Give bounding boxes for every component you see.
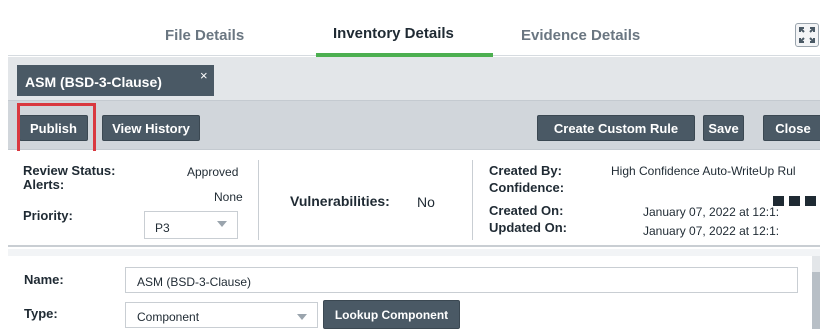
name-field[interactable]: ASM (BSD-3-Clause): [125, 267, 798, 293]
tab-evidence-details[interactable]: Evidence Details: [521, 27, 640, 44]
alerts-label: Alerts:: [23, 177, 65, 192]
name-field-value: ASM (BSD-3-Clause): [137, 275, 252, 289]
chevron-down-icon: [297, 314, 307, 320]
tab-inventory-details[interactable]: Inventory Details: [333, 25, 454, 42]
tab-file-details[interactable]: File Details: [165, 27, 244, 44]
expand-icon[interactable]: [795, 23, 819, 47]
component-tab-label: ASM (BSD-3-Clause): [25, 74, 162, 90]
priority-label: Priority:: [23, 208, 73, 223]
action-toolbar: Publish View History Create Custom Rule …: [8, 100, 820, 150]
vulnerabilities-label: Vulnerabilities:: [290, 193, 390, 209]
created-by-value: High Confidence Auto-WriteUp Rul: [611, 164, 796, 178]
detail-tabs-bar: File Details Inventory Details Evidence …: [8, 8, 820, 57]
view-history-button[interactable]: View History: [102, 115, 200, 141]
confidence-block: [789, 196, 800, 206]
lookup-component-button[interactable]: Lookup Component: [323, 300, 460, 329]
name-label: Name:: [24, 272, 64, 287]
created-on-value: January 07, 2022 at 12:1:: [643, 205, 780, 219]
type-label: Type:: [24, 306, 58, 321]
priority-select-value: P3: [155, 221, 170, 235]
created-by-label: Created By:: [489, 163, 562, 178]
updated-on-value: January 07, 2022 at 12:1:: [643, 224, 780, 238]
review-status-value: Approved: [187, 165, 239, 179]
vulnerabilities-value: No: [417, 194, 435, 210]
priority-select[interactable]: P3: [144, 211, 238, 239]
publish-highlight-box: [17, 103, 96, 157]
type-select[interactable]: Component: [125, 302, 318, 328]
type-select-value: Component: [137, 310, 200, 324]
created-on-label: Created On:: [489, 203, 564, 218]
save-button[interactable]: Save: [703, 115, 744, 141]
component-tab[interactable]: ASM (BSD-3-Clause) ×: [17, 65, 214, 96]
confidence-block: [805, 196, 816, 206]
divider: [258, 160, 259, 240]
review-status-label: Review Status:: [23, 163, 116, 178]
component-tab-strip: ASM (BSD-3-Clause) ×: [8, 57, 820, 100]
close-button[interactable]: Close: [763, 115, 820, 141]
scrollbar-thumb[interactable]: [812, 272, 820, 329]
alerts-value: None: [214, 190, 243, 204]
divider: [472, 160, 473, 240]
chevron-down-icon: [217, 221, 227, 227]
create-custom-rule-button[interactable]: Create Custom Rule: [537, 115, 695, 141]
close-tab-icon[interactable]: ×: [200, 68, 208, 83]
confidence-label: Confidence:: [489, 180, 565, 195]
updated-on-label: Updated On:: [489, 220, 567, 235]
